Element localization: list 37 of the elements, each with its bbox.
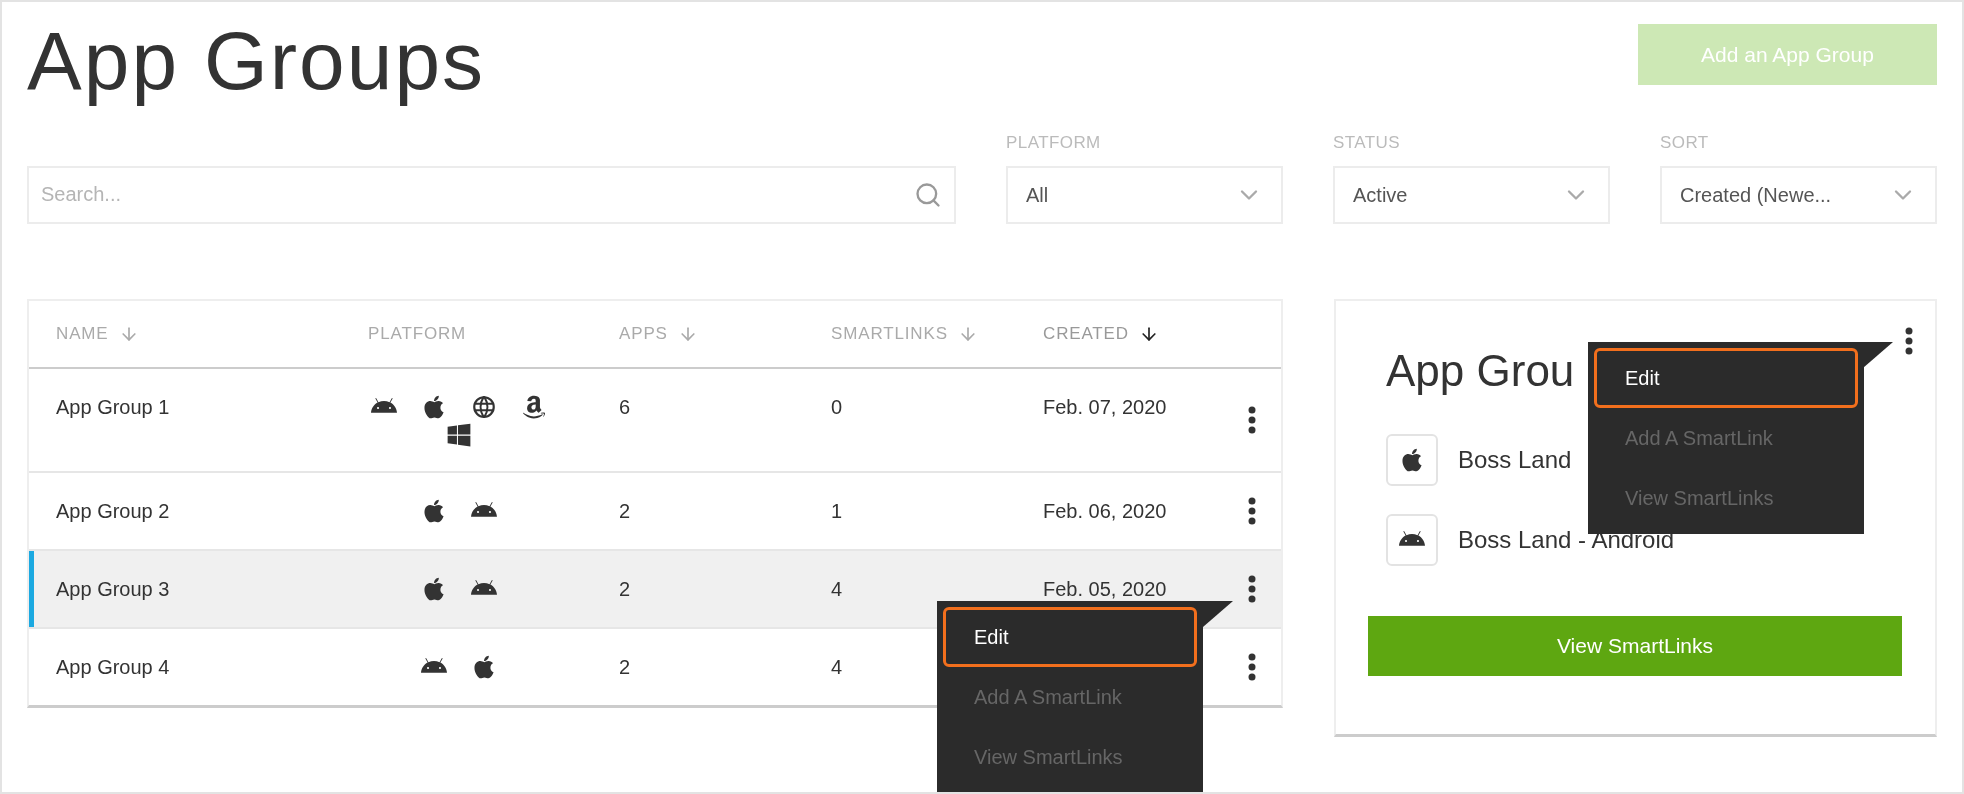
filter-dropdown[interactable]: All xyxy=(1006,165,1283,224)
globe-icon xyxy=(471,393,497,420)
table-cell-text: Feb. 05, 2020 xyxy=(1043,576,1168,602)
table-cell-text: 2 xyxy=(619,654,632,680)
table-cell-text: Feb. 07, 2020 xyxy=(1043,394,1168,420)
card-title: App Grou xyxy=(1386,344,1575,397)
page-title: App Groups xyxy=(27,16,486,107)
more-options-icon[interactable] xyxy=(1248,574,1256,603)
more-options-icon[interactable] xyxy=(1248,405,1256,434)
column-header: PLATFORM xyxy=(368,322,467,345)
more-options-icon[interactable] xyxy=(1248,496,1256,525)
filter-dropdown[interactable]: Created (Newe... xyxy=(1660,165,1937,224)
search-icon[interactable] xyxy=(914,180,942,209)
table-cell-text: App Group 4 xyxy=(55,654,171,680)
filter-label: STATUS xyxy=(1333,132,1402,155)
table-cell-text: 4 xyxy=(831,576,844,602)
table-cell-text: App Group 2 xyxy=(55,498,171,524)
windows-icon xyxy=(446,421,472,448)
more-options-icon[interactable] xyxy=(1248,652,1256,681)
menu-item[interactable]: Edit xyxy=(1594,347,1858,408)
table-cell-text: Feb. 06, 2020 xyxy=(1043,498,1168,524)
table-cell-text: 2 xyxy=(619,498,632,524)
table-cell-text: 0 xyxy=(831,394,844,420)
table-cell-text: 1 xyxy=(831,498,844,524)
table-cell-text: App Group 1 xyxy=(55,394,171,420)
table-cell-text: App Group 3 xyxy=(55,576,171,602)
filter-label: PLATFORM xyxy=(1006,132,1102,155)
filter-label: SORT xyxy=(1660,132,1710,155)
app-name[interactable]: Boss Land xyxy=(1458,441,1572,478)
more-options-icon[interactable] xyxy=(1905,326,1913,355)
table-cell-text: 4 xyxy=(831,654,844,680)
table-cell-text: 2 xyxy=(619,576,632,602)
table-cell-text: 6 xyxy=(619,394,632,420)
menu-item[interactable]: Edit xyxy=(943,606,1197,667)
search-field[interactable]: Search... xyxy=(27,165,956,224)
amazon-icon xyxy=(521,393,547,420)
filter-dropdown[interactable]: Active xyxy=(1333,165,1610,224)
